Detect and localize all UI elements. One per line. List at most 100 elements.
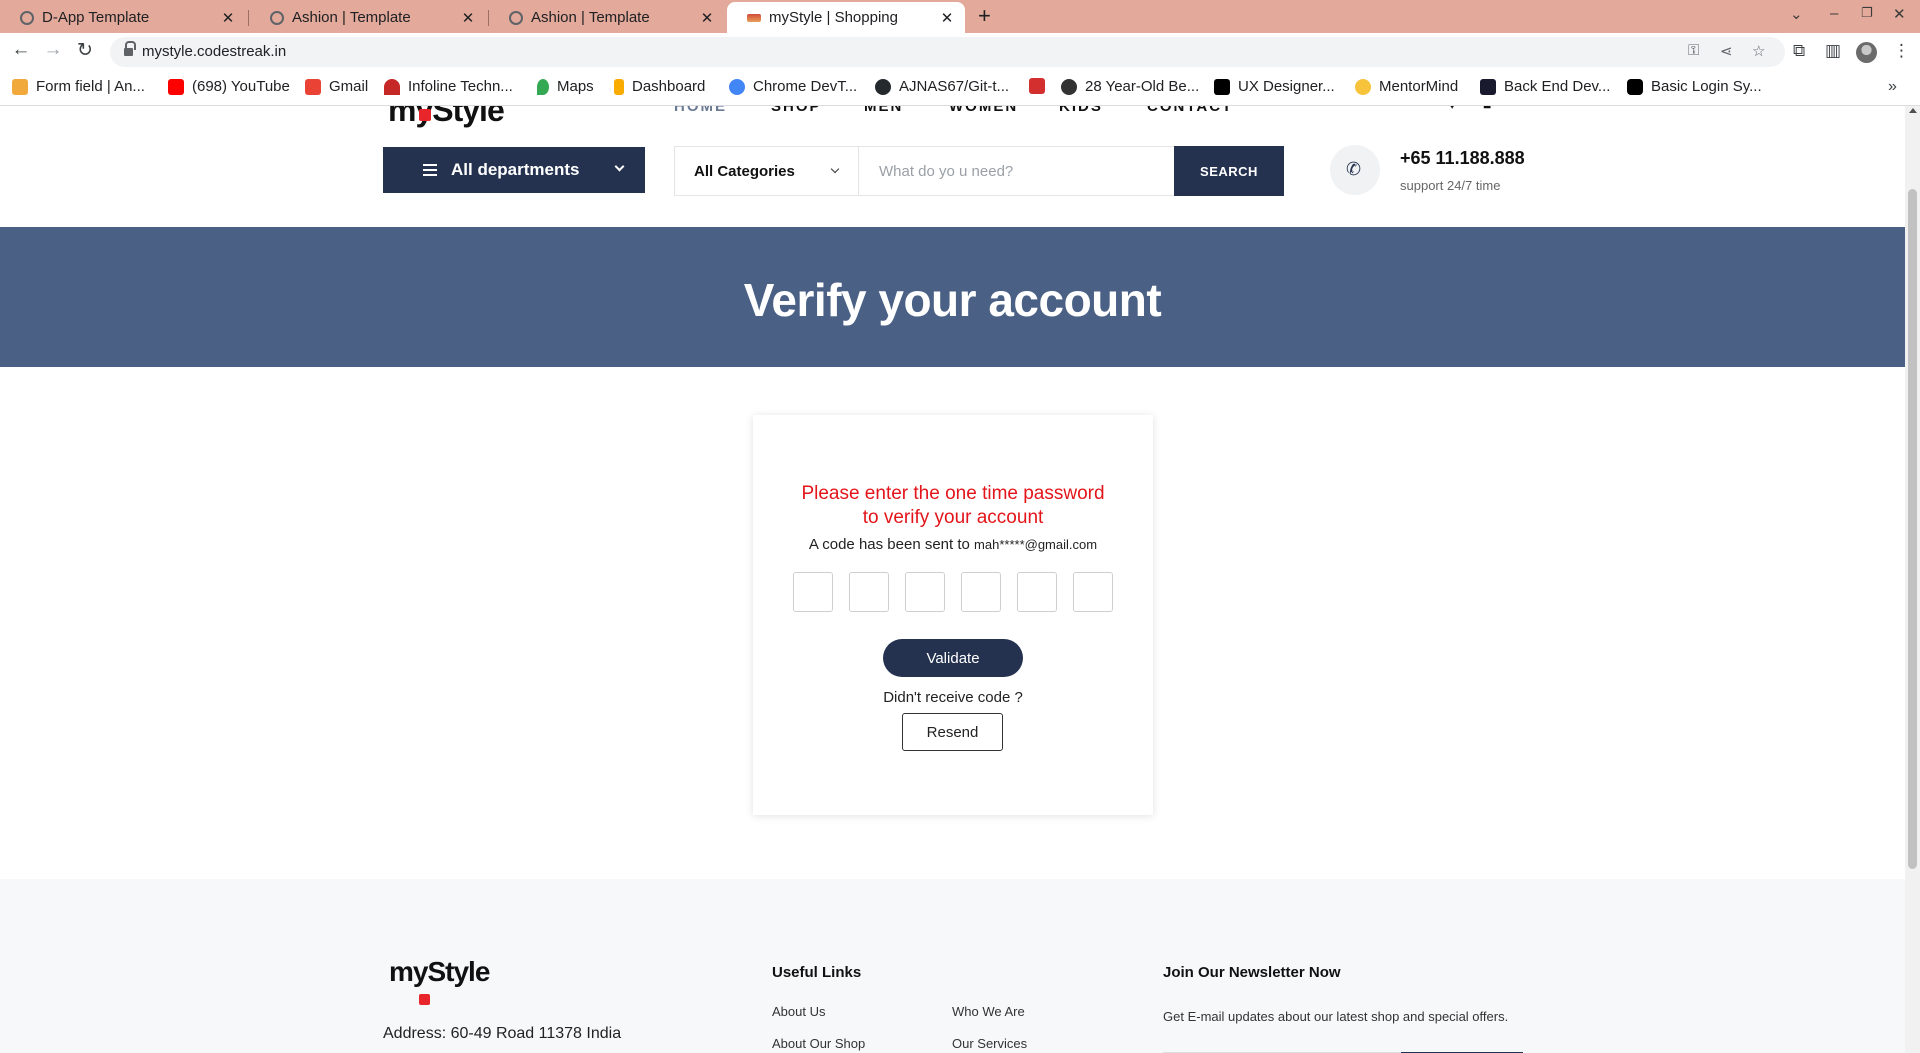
heart-icon[interactable]: ♥ <box>1448 106 1456 112</box>
all-departments-button[interactable]: All departments <box>383 147 645 193</box>
browser-tab[interactable]: Ashion | Template ✕ <box>250 2 486 33</box>
bookmark-item[interactable] <box>1029 78 1053 94</box>
nav-home[interactable]: HOME <box>674 106 727 115</box>
bookmark-item[interactable]: Basic Login Sy... <box>1627 78 1762 95</box>
validate-button[interactable]: Validate <box>883 639 1023 677</box>
address-bar[interactable]: mystyle.codestreak.in ⚿ ⋖ ☆ <box>110 37 1785 67</box>
footer-link-our-services[interactable]: Our Services <box>952 1036 1027 1051</box>
bookmark-item[interactable]: UX Designer... <box>1214 78 1335 95</box>
otp-digit-input[interactable] <box>1073 572 1113 612</box>
site-footer: myStyle Address: 60-49 Road 11378 India … <box>0 879 1905 1053</box>
bookmark-label: Form field | An... <box>36 78 145 95</box>
footer-link-who-we-are[interactable]: Who We Are <box>952 1004 1025 1019</box>
useful-links-heading: Useful Links <box>772 964 862 981</box>
bookmark-item[interactable]: AJNAS67/Git-t... <box>875 78 1009 95</box>
close-icon[interactable]: ✕ <box>699 9 715 27</box>
maps-icon <box>537 78 549 95</box>
logo-bag-icon <box>419 994 430 1005</box>
bookmark-label: 28 Year-Old Be... <box>1085 78 1200 95</box>
bookmark-item[interactable]: Infoline Techn... <box>384 78 513 95</box>
nav-women[interactable]: WOMEN <box>949 106 1018 115</box>
nav-men[interactable]: MEN <box>864 106 903 115</box>
share-icon[interactable]: ⋖ <box>1720 42 1733 60</box>
chrome-icon <box>729 78 745 95</box>
bookmark-item[interactable]: Back End Dev... <box>1480 78 1610 95</box>
forward-arrow-icon[interactable]: → <box>40 39 66 61</box>
bookmark-label: Basic Login Sy... <box>1651 78 1762 95</box>
mystyle-favicon-icon <box>747 13 761 22</box>
phone-number: +65 11.188.888 <box>1400 148 1525 168</box>
categories-label: All Categories <box>694 162 795 180</box>
bookmark-label: Back End Dev... <box>1504 78 1611 95</box>
resend-button[interactable]: Resend <box>902 713 1003 751</box>
search-button[interactable]: SEARCH <box>1174 146 1284 196</box>
footer-logo[interactable]: myStyle <box>389 956 490 988</box>
scroll-up-arrow-icon[interactable] <box>1909 108 1917 113</box>
footer-link-about-us[interactable]: About Us <box>772 1004 825 1019</box>
tab-search-chevron-icon[interactable]: ⌄ <box>1790 5 1803 23</box>
reload-icon[interactable]: ↻ <box>72 39 98 62</box>
cart-icon[interactable]: ■ <box>1483 106 1491 112</box>
otp-digit-input[interactable] <box>905 572 945 612</box>
side-panel-icon[interactable]: ▥ <box>1825 41 1841 61</box>
nav-contact[interactable]: CONTACT <box>1147 106 1233 115</box>
logo-bag-icon <box>419 109 431 121</box>
key-icon[interactable]: ⚿ <box>1688 42 1699 59</box>
site-logo[interactable]: myStyle <box>388 106 505 129</box>
otp-digit-input[interactable] <box>849 572 889 612</box>
more-bookmarks-icon[interactable]: » <box>1888 78 1897 96</box>
menu-kebab-icon[interactable]: ⋮ <box>1893 41 1910 61</box>
footer-address: Address: 60-49 Road 11378 India <box>383 1025 622 1042</box>
window-close-icon[interactable]: ✕ <box>1893 5 1906 23</box>
youtube-icon <box>168 78 184 95</box>
bookmark-red-icon <box>1029 78 1045 94</box>
bookmark-label: Gmail <box>329 78 369 95</box>
browser-tab[interactable]: Ashion | Template ✕ <box>489 2 725 33</box>
scrollbar-thumb[interactable] <box>1908 189 1917 869</box>
close-icon[interactable]: ✕ <box>460 9 476 27</box>
bookmark-item[interactable]: Gmail <box>305 78 368 95</box>
back-arrow-icon[interactable]: ← <box>8 39 34 61</box>
new-tab-icon[interactable]: + <box>978 3 991 29</box>
bookmark-item[interactable]: Form field | An... <box>12 78 145 95</box>
bookmark-label: Infoline Techn... <box>408 78 513 95</box>
close-icon[interactable]: ✕ <box>220 9 236 27</box>
minimize-icon[interactable]: – <box>1830 5 1838 22</box>
bookmark-item[interactable]: MentorMind <box>1355 78 1458 95</box>
bookmark-label: Dashboard <box>632 78 706 95</box>
bookmark-item[interactable]: Maps <box>537 78 594 95</box>
page-scrollbar[interactable] <box>1905 106 1920 1053</box>
tab-title: Ashion | Template <box>292 9 411 26</box>
newsletter-description: Get E-mail updates about our latest shop… <box>1163 1009 1509 1024</box>
otp-email: mah*****@gmail.com <box>974 537 1098 552</box>
otp-heading: Please enter the one time password to ve… <box>753 482 1153 530</box>
search-bar: All Categories <box>674 146 1184 196</box>
otp-digit-input[interactable] <box>961 572 1001 612</box>
globe-icon <box>270 10 284 25</box>
close-icon[interactable]: ✕ <box>939 9 955 27</box>
star-icon[interactable]: ☆ <box>1752 42 1765 60</box>
categories-dropdown[interactable]: All Categories <box>675 147 859 195</box>
otp-heading-line: to verify your account <box>862 507 1044 528</box>
nav-shop[interactable]: SHOP <box>771 106 822 115</box>
otp-digit-input[interactable] <box>1017 572 1057 612</box>
footer-link-about-shop[interactable]: About Our Shop <box>772 1036 865 1051</box>
page-banner: Verify your account <box>0 227 1905 367</box>
extensions-icon[interactable]: ⧉ <box>1793 41 1805 61</box>
lock-icon <box>124 41 136 57</box>
profile-avatar[interactable] <box>1856 42 1877 63</box>
hamburger-icon <box>423 164 437 176</box>
otp-digit-input[interactable] <box>793 572 833 612</box>
bookmark-item[interactable]: Chrome DevT... <box>729 78 857 95</box>
nav-kids[interactable]: KIDS <box>1059 106 1103 115</box>
browser-tab-active[interactable]: myStyle | Shopping ✕ <box>727 2 965 33</box>
restore-icon[interactable]: ❐ <box>1861 5 1873 21</box>
bookmark-item[interactable]: 28 Year-Old Be... <box>1061 78 1199 95</box>
browser-tab[interactable]: D-App Template ✕ <box>0 2 246 33</box>
bookmark-label: Chrome DevT... <box>753 78 858 95</box>
search-input[interactable] <box>859 147 1184 195</box>
bookmark-item[interactable]: Dashboard <box>614 78 705 95</box>
wix-icon <box>1214 78 1230 95</box>
bookmark-item[interactable]: (698) YouTube <box>168 78 290 95</box>
tab-title: Ashion | Template <box>531 9 650 26</box>
